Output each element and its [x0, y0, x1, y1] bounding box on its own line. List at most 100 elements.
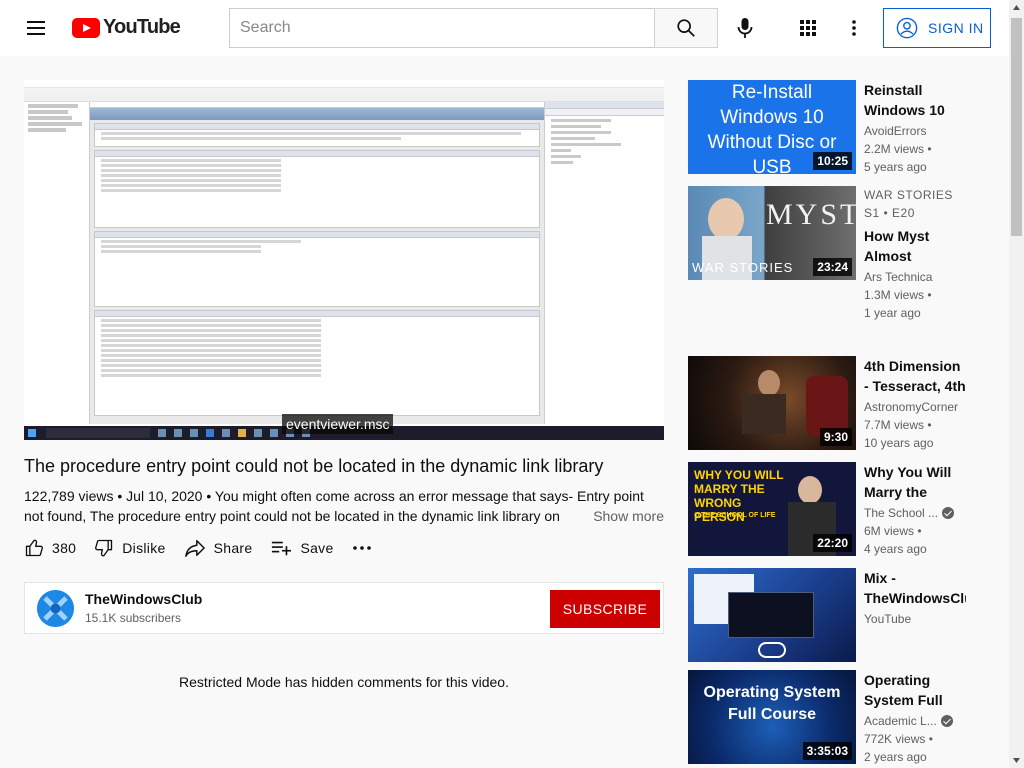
dislike-button[interactable]: Dislike: [94, 538, 165, 558]
windows-start-icon: [28, 429, 36, 437]
account-circle-icon: [896, 17, 918, 39]
share-button[interactable]: Share: [184, 538, 253, 558]
more-actions-button[interactable]: [352, 545, 380, 551]
channel-name-text: Academic L...: [864, 714, 937, 728]
video-title[interactable]: 4th Dimension - Tesseract, 4th: [864, 356, 966, 396]
video-thumbnail[interactable]: Operating System Full Course 3:35:03: [688, 670, 856, 764]
apps-button[interactable]: [790, 10, 826, 46]
video-actions: 380 Dislike Share Save: [24, 530, 398, 566]
recommended-video[interactable]: Re-Install Windows 10 Without Disc or US…: [688, 80, 1006, 176]
recommended-video[interactable]: 9:30 4th Dimension - Tesseract, 4th Astr…: [688, 356, 1006, 452]
view-count: 6M views •: [864, 524, 922, 538]
subscriber-count: 15.1K subscribers: [85, 611, 182, 625]
windows-club-logo-icon: [37, 590, 74, 627]
view-count: 772K views •: [864, 732, 933, 746]
video-duration: 10:25: [813, 152, 852, 170]
video-thumbnail[interactable]: WHY YOU WILL MARRY THE WRONG PERSON @THE…: [688, 462, 856, 556]
share-label: Share: [213, 540, 253, 556]
recommended-mix[interactable]: Mix - TheWindowsClub YouTube: [688, 568, 1006, 664]
video-thumbnail[interactable]: 9:30: [688, 356, 856, 450]
channel-name[interactable]: The School ...: [864, 504, 966, 522]
upload-age: 5 years ago: [864, 160, 927, 174]
event-viewer-tree: [24, 102, 90, 424]
channel-name-text: The School ...: [864, 506, 939, 520]
channel-name[interactable]: AstronomyCorner: [864, 398, 966, 416]
logo-text: YouTube: [103, 16, 181, 38]
thumbnail-subtext: WAR STORIES: [692, 260, 794, 275]
video-thumbnail[interactable]: MYST WAR STORIES 23:24: [688, 186, 856, 280]
video-player[interactable]: eventviewer.msc: [24, 80, 664, 440]
event-viewer-titlebar: [24, 80, 664, 88]
microphone-icon: [737, 18, 753, 38]
thumbnail-text: MYST: [766, 198, 856, 231]
subscribe-button[interactable]: SUBSCRIBE: [550, 590, 660, 628]
video-title: The procedure entry point could not be l…: [24, 456, 604, 476]
hamburger-menu-icon[interactable]: [20, 14, 52, 42]
dislike-label: Dislike: [122, 540, 166, 556]
upload-age: 2 years ago: [864, 750, 927, 764]
video-thumbnail[interactable]: Re-Install Windows 10 Without Disc or US…: [688, 80, 856, 174]
view-count: 7.7M views •: [864, 418, 932, 432]
video-thumbnail[interactable]: [688, 568, 856, 662]
channel-name[interactable]: TheWindowsClub: [85, 591, 202, 607]
show-more-button[interactable]: Show more: [571, 506, 664, 526]
restricted-mode-notice: Restricted Mode has hidden comments for …: [179, 674, 509, 690]
like-count: 380: [52, 540, 77, 556]
upload-age: 4 years ago: [864, 542, 927, 556]
thumbs-up-icon: [25, 539, 43, 557]
sign-in-button[interactable]: SIGN IN: [883, 8, 991, 48]
thumbnail-text: Operating System Full Course: [703, 684, 841, 723]
episode-label: WAR STORIES S1 • E20: [864, 188, 953, 220]
youtube-logo[interactable]: YouTube: [72, 16, 181, 39]
thumbnail-subtext: @THE SCHOOL OF LIFE: [694, 512, 776, 519]
thumbs-down-icon: [95, 539, 113, 557]
views-and-date: 122,789 views • Jul 10, 2020: [24, 488, 203, 504]
channel-card: TheWindowsClub 15.1K subscribers SUBSCRI…: [24, 582, 664, 634]
voice-search-button[interactable]: [726, 10, 764, 46]
video-title[interactable]: How Myst Almost Couldn't: [864, 226, 966, 266]
recommended-video[interactable]: MYST WAR STORIES 23:24 WAR STORIES S1 • …: [688, 186, 1006, 320]
recommended-video[interactable]: Operating System Full Course 3:35:03 Ope…: [688, 670, 1006, 766]
video-duration: 9:30: [819, 428, 852, 446]
event-viewer-actions-pane: [544, 102, 664, 424]
channel-name[interactable]: Academic L...: [864, 712, 966, 730]
upload-age: 1 year ago: [864, 306, 921, 320]
verified-badge-icon: [940, 715, 953, 727]
apps-grid-icon: [800, 20, 816, 36]
channel-name[interactable]: AvoidErrors: [864, 122, 966, 140]
verified-badge-icon: [942, 507, 955, 519]
channel-avatar[interactable]: [37, 590, 74, 627]
search-icon: [677, 19, 695, 37]
video-duration: 3:35:03: [802, 742, 852, 760]
search-input[interactable]: [230, 9, 654, 47]
upload-age: 10 years ago: [864, 436, 934, 450]
settings-more-button[interactable]: [838, 10, 870, 46]
recommended-video[interactable]: WHY YOU WILL MARRY THE WRONG PERSON @THE…: [688, 462, 1006, 558]
event-viewer-main-pane: [90, 102, 544, 424]
view-count: 1.3M views •: [864, 288, 932, 302]
view-count: 2.2M views •: [864, 142, 932, 156]
save-label: Save: [300, 540, 334, 556]
video-title[interactable]: Why You Will Marry the: [864, 462, 966, 502]
video-caption: eventviewer.msc: [282, 414, 394, 434]
scroll-down-arrow-icon[interactable]: [1009, 753, 1024, 768]
video-title[interactable]: Reinstall Windows 10: [864, 80, 966, 120]
like-button[interactable]: 380: [24, 538, 76, 558]
video-title[interactable]: Operating System Full: [864, 670, 966, 710]
video-title[interactable]: Mix - TheWindowsClub: [864, 568, 966, 608]
video-duration: 22:20: [813, 534, 852, 552]
channel-name[interactable]: YouTube: [864, 610, 966, 628]
page-scrollbar[interactable]: [1009, 0, 1024, 768]
scroll-up-arrow-icon[interactable]: [1009, 0, 1024, 15]
sign-in-label: SIGN IN: [928, 20, 984, 36]
search-box: [229, 8, 655, 48]
horizontal-dots-icon: [352, 546, 371, 550]
search-button[interactable]: [654, 8, 718, 48]
scrollbar-thumb[interactable]: [1011, 18, 1022, 236]
share-icon: [184, 540, 205, 557]
video-description[interactable]: 122,789 views • Jul 10, 2020 • You might…: [24, 486, 664, 526]
channel-name[interactable]: Ars Technica: [864, 268, 966, 286]
save-button[interactable]: Save: [270, 538, 333, 558]
vertical-dots-icon: [852, 20, 856, 36]
playlist-add-icon: [272, 541, 292, 556]
